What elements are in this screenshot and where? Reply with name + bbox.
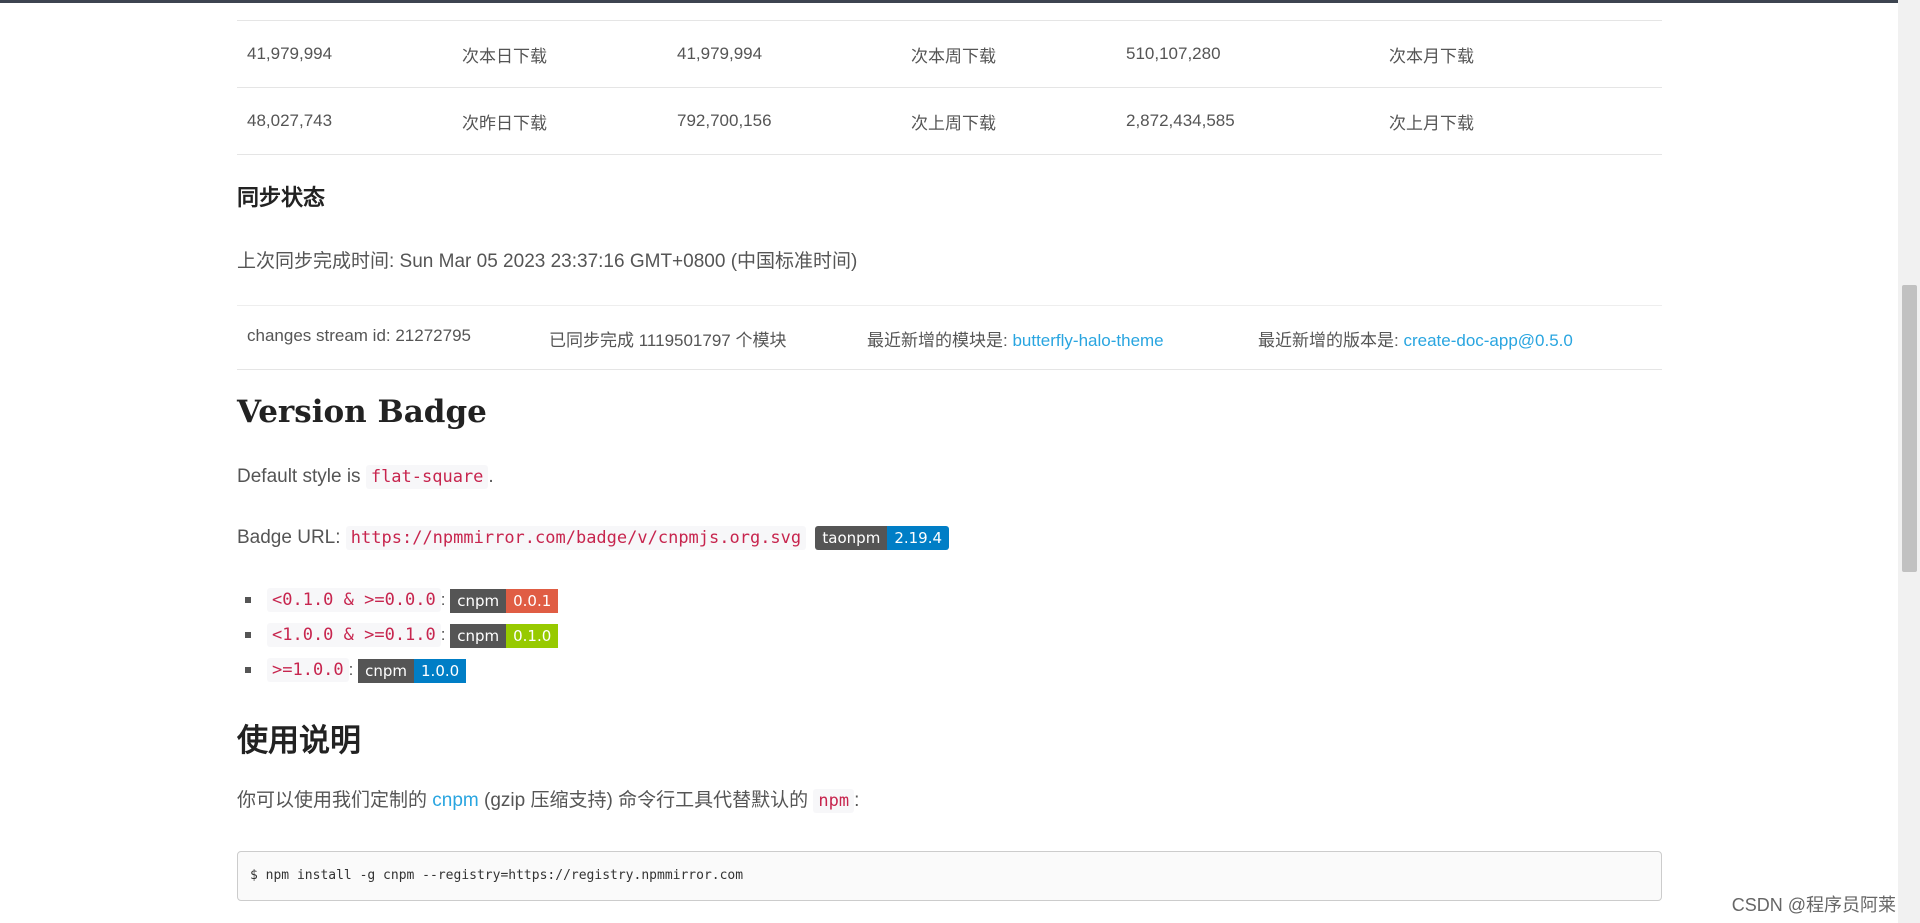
page: 41,979,994 次本日下载 41,979,994 次本周下载 510,10… — [0, 0, 1898, 923]
badge-left-label: cnpm — [450, 588, 507, 613]
badge-url-label: Badge URL: — [237, 527, 346, 549]
colon: : — [348, 660, 354, 679]
version-range-code: <1.0.0 & >=0.1.0 — [267, 623, 441, 647]
vertical-scrollbar[interactable] — [1898, 0, 1920, 923]
synced-count: 已同步完成 1119501797 个模块 — [549, 331, 787, 350]
last-sync-time: 上次同步完成时间: Sun Mar 05 2023 23:37:16 GMT+0… — [237, 251, 858, 272]
list-item: <0.1.0 & >=0.0.0: cnpm 0.0.1 — [244, 585, 559, 620]
table-row: 41,979,994 次本日下载 41,979,994 次本周下载 510,10… — [237, 20, 1662, 88]
install-command-block[interactable]: $ npm install -g cnpm --registry=https:/… — [237, 851, 1662, 901]
version-range-code: <0.1.0 & >=0.0.0 — [267, 588, 441, 612]
badge-right-value: 0.1.0 — [506, 623, 559, 648]
latest-version-link[interactable]: create-doc-app@0.5.0 — [1403, 331, 1572, 350]
colon: : — [440, 625, 446, 644]
badge-left-label: cnpm — [450, 623, 507, 648]
csdn-watermark: CSDN @程序员阿莱 — [1731, 895, 1896, 915]
usage-text-prefix: 你可以使用我们定制的 — [237, 790, 433, 811]
npm-code: npm — [813, 789, 855, 813]
cnpm-badge: cnpm 0.1.0 — [450, 623, 559, 648]
badge-right-value: 0.0.1 — [506, 588, 559, 613]
default-style-suffix: . — [488, 466, 494, 487]
cnpm-badge: cnpm 1.0.0 — [358, 658, 467, 683]
table-cell: 次本周下载 — [911, 46, 996, 66]
table-cell: 次昨日下载 — [462, 113, 547, 133]
list-item: >=1.0.0: cnpm 1.0.0 — [244, 655, 558, 690]
taonpm-badge: taonpm 2.19.4 — [815, 526, 950, 550]
version-badge-heading: Version Badge — [237, 394, 487, 430]
downloads-table: 41,979,994 次本日下载 41,979,994 次本周下载 510,10… — [237, 20, 1662, 155]
version-range-list: <0.1.0 & >=0.0.0: cnpm 0.0.1 <1.0.0 & >=… — [237, 585, 559, 690]
latest-module-link[interactable]: butterfly-halo-theme — [1012, 331, 1163, 350]
usage-heading: 使用说明 — [237, 723, 361, 758]
table-cell: 41,979,994 — [247, 44, 333, 63]
table-row: 48,027,743 次昨日下载 792,700,156 次上周下载 2,872… — [237, 87, 1662, 155]
usage-paragraph: 你可以使用我们定制的 cnpm (gzip 压缩支持) 命令行工具代替默认的 n… — [237, 785, 860, 813]
badge-right-value: 2.19.4 — [887, 526, 950, 550]
table-cell: 次本日下载 — [462, 46, 547, 66]
colon: : — [440, 590, 446, 609]
list-item: <1.0.0 & >=0.1.0: cnpm 0.1.0 — [244, 620, 559, 655]
cnpm-link[interactable]: cnpm — [432, 790, 478, 811]
table-cell: 2,872,434,585 — [1126, 111, 1235, 130]
default-style-code: flat-square — [365, 465, 489, 489]
sync-status-heading: 同步状态 — [237, 185, 326, 210]
table-cell: 792,700,156 — [677, 111, 772, 130]
usage-text-middle: (gzip 压缩支持) 命令行工具代替默认的 — [478, 790, 814, 811]
badge-right-value: 1.0.0 — [414, 658, 467, 683]
badge-left-label: taonpm — [815, 526, 888, 550]
latest-version-label: 最近新增的版本是: — [1258, 331, 1404, 350]
usage-text-suffix: : — [854, 790, 860, 811]
scrollbar-thumb[interactable] — [1902, 285, 1917, 572]
latest-version: 最近新增的版本是: create-doc-app@0.5.0 — [1258, 326, 1573, 351]
table-cell: 次上周下载 — [911, 113, 996, 133]
sync-info-row: changes stream id: 21272795 已同步完成 111950… — [237, 305, 1662, 370]
badge-left-label: cnpm — [358, 658, 415, 683]
version-range-code: >=1.0.0 — [267, 658, 349, 682]
stream-id: changes stream id: 21272795 — [247, 326, 471, 345]
table-cell: 41,979,994 — [677, 44, 763, 63]
latest-module-label: 最近新增的模块是: — [867, 331, 1013, 350]
table-cell: 次上月下载 — [1389, 113, 1474, 133]
badge-url-code: https://npmmirror.com/badge/v/cnpmjs.org… — [345, 526, 807, 551]
default-style-prefix: Default style is — [237, 466, 366, 487]
table-cell: 510,107,280 — [1126, 44, 1221, 63]
cnpm-badge: cnpm 0.0.1 — [450, 588, 559, 613]
badge-url-paragraph: Badge URL: https://npmmirror.com/badge/v… — [237, 526, 950, 551]
table-cell: 次本月下载 — [1389, 46, 1474, 66]
default-style-paragraph: Default style is flat-square. — [237, 465, 494, 489]
table-cell: 48,027,743 — [247, 111, 333, 130]
latest-module: 最近新增的模块是: butterfly-halo-theme — [867, 326, 1164, 351]
